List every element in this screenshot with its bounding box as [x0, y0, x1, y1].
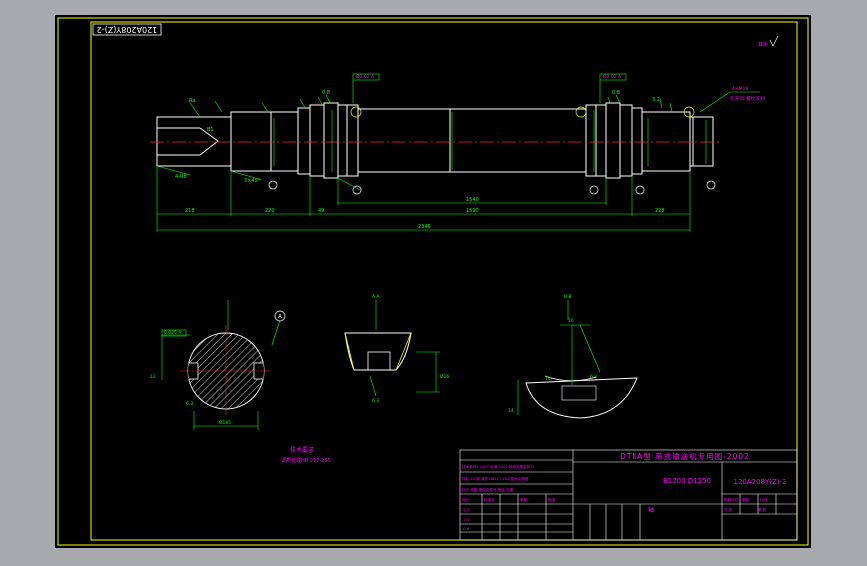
svg-text:Ra: Ra [189, 98, 195, 104]
svg-text:Ø0.02 A: Ø0.02 A [603, 73, 622, 80]
svg-text:标准化: 标准化 [484, 497, 495, 502]
svg-text:共 张: 共 张 [724, 507, 733, 512]
svg-text:阶段标记: 阶段标记 [724, 497, 739, 502]
svg-text:218: 218 [185, 208, 195, 214]
cad-viewport[interactable]: 120A208Y(Z)-2 其余 218 220 49 1540 1590 22… [0, 0, 867, 562]
svg-text:12: 12 [150, 374, 156, 380]
drawing-sheet [55, 15, 811, 548]
svg-text:标记 处数 更改文件号 签名 日期: 标记 处数 更改文件号 签名 日期 [462, 487, 514, 492]
rotated-code-box: 120A208Y(Z)-2 [92, 23, 162, 36]
right-end-label: 228 [655, 208, 665, 214]
svg-text:4×M16: 4×M16 [732, 86, 748, 92]
belt-sizes: B1200 D1250 [663, 477, 711, 485]
svg-text:批准: 批准 [548, 497, 556, 502]
svg-text:6.3: 6.3 [186, 401, 193, 407]
svg-text:第 张: 第 张 [758, 507, 767, 512]
svg-text:0.025 A: 0.025 A [164, 330, 182, 336]
middle-span-label: 1540 [466, 197, 479, 203]
svg-text:1590: 1590 [466, 208, 479, 214]
svg-text:-0.6: -0.6 [462, 527, 470, 531]
drawing-canvas: 120A208Y(Z)-2 其余 218 220 49 1540 1590 22… [55, 15, 811, 548]
svg-text:比例: 比例 [760, 497, 768, 502]
svg-text:-1.4: -1.4 [462, 518, 470, 522]
svg-text:B-B: B-B [564, 294, 572, 300]
svg-text:14: 14 [508, 408, 514, 414]
svg-text:3×45°: 3×45° [244, 178, 261, 184]
svg-text:孔深35 螺纹深30: 孔深35 螺纹深30 [730, 95, 766, 102]
svg-text:审核: 审核 [520, 497, 528, 502]
svg-text:A-A: A-A [372, 294, 381, 300]
svg-text:16: 16 [568, 318, 574, 324]
svg-text:0.8: 0.8 [322, 90, 330, 96]
svg-text:Ø16: Ø16 [440, 373, 449, 380]
svg-text:49: 49 [318, 208, 324, 214]
rotated-code-text: 120A208Y(Z)-2 [97, 25, 158, 34]
title-heading: DTⅡA型 带式输送机专用图-2002 [620, 451, 750, 461]
svg-text:其余: 其余 [758, 41, 768, 48]
svg-text:4-R8: 4-R8 [175, 174, 187, 180]
svg-text:Ø185: Ø185 [219, 419, 231, 426]
svg-text:B1: B1 [207, 127, 214, 133]
svg-text:设计: 设计 [462, 497, 470, 502]
svg-text:6.3: 6.3 [590, 374, 597, 380]
svg-text:220: 220 [265, 208, 275, 214]
svg-text:Ra: Ra [546, 376, 552, 382]
svg-text:0.8: 0.8 [612, 90, 620, 96]
svg-text:Ø0.02 A: Ø0.02 A [356, 73, 375, 80]
tech-req-item: 调质处理HB 217-255 [281, 457, 331, 464]
svg-text:-2.3: -2.3 [462, 508, 469, 512]
svg-text:材料 45 钢 调质 HB217-255 图号见明细: 材料 45 钢 调质 HB217-255 图号见明细 [462, 476, 529, 481]
svg-text:技术条件：Q/QT 标准 2002 按相关规定执行: 技术条件：Q/QT 标准 2002 按相关规定执行 [462, 464, 534, 469]
drawing-number: 120A208Y(Z)-2 [733, 478, 786, 486]
callout-a: A [278, 314, 282, 320]
svg-text:3.2: 3.2 [652, 97, 660, 103]
part-name: 轴 [648, 506, 654, 514]
svg-text:重量: 重量 [742, 497, 750, 502]
svg-text:6.3: 6.3 [372, 398, 379, 404]
overall-length-label: 2346 [418, 224, 431, 230]
tech-req-heading: 技术要求 [290, 446, 314, 454]
